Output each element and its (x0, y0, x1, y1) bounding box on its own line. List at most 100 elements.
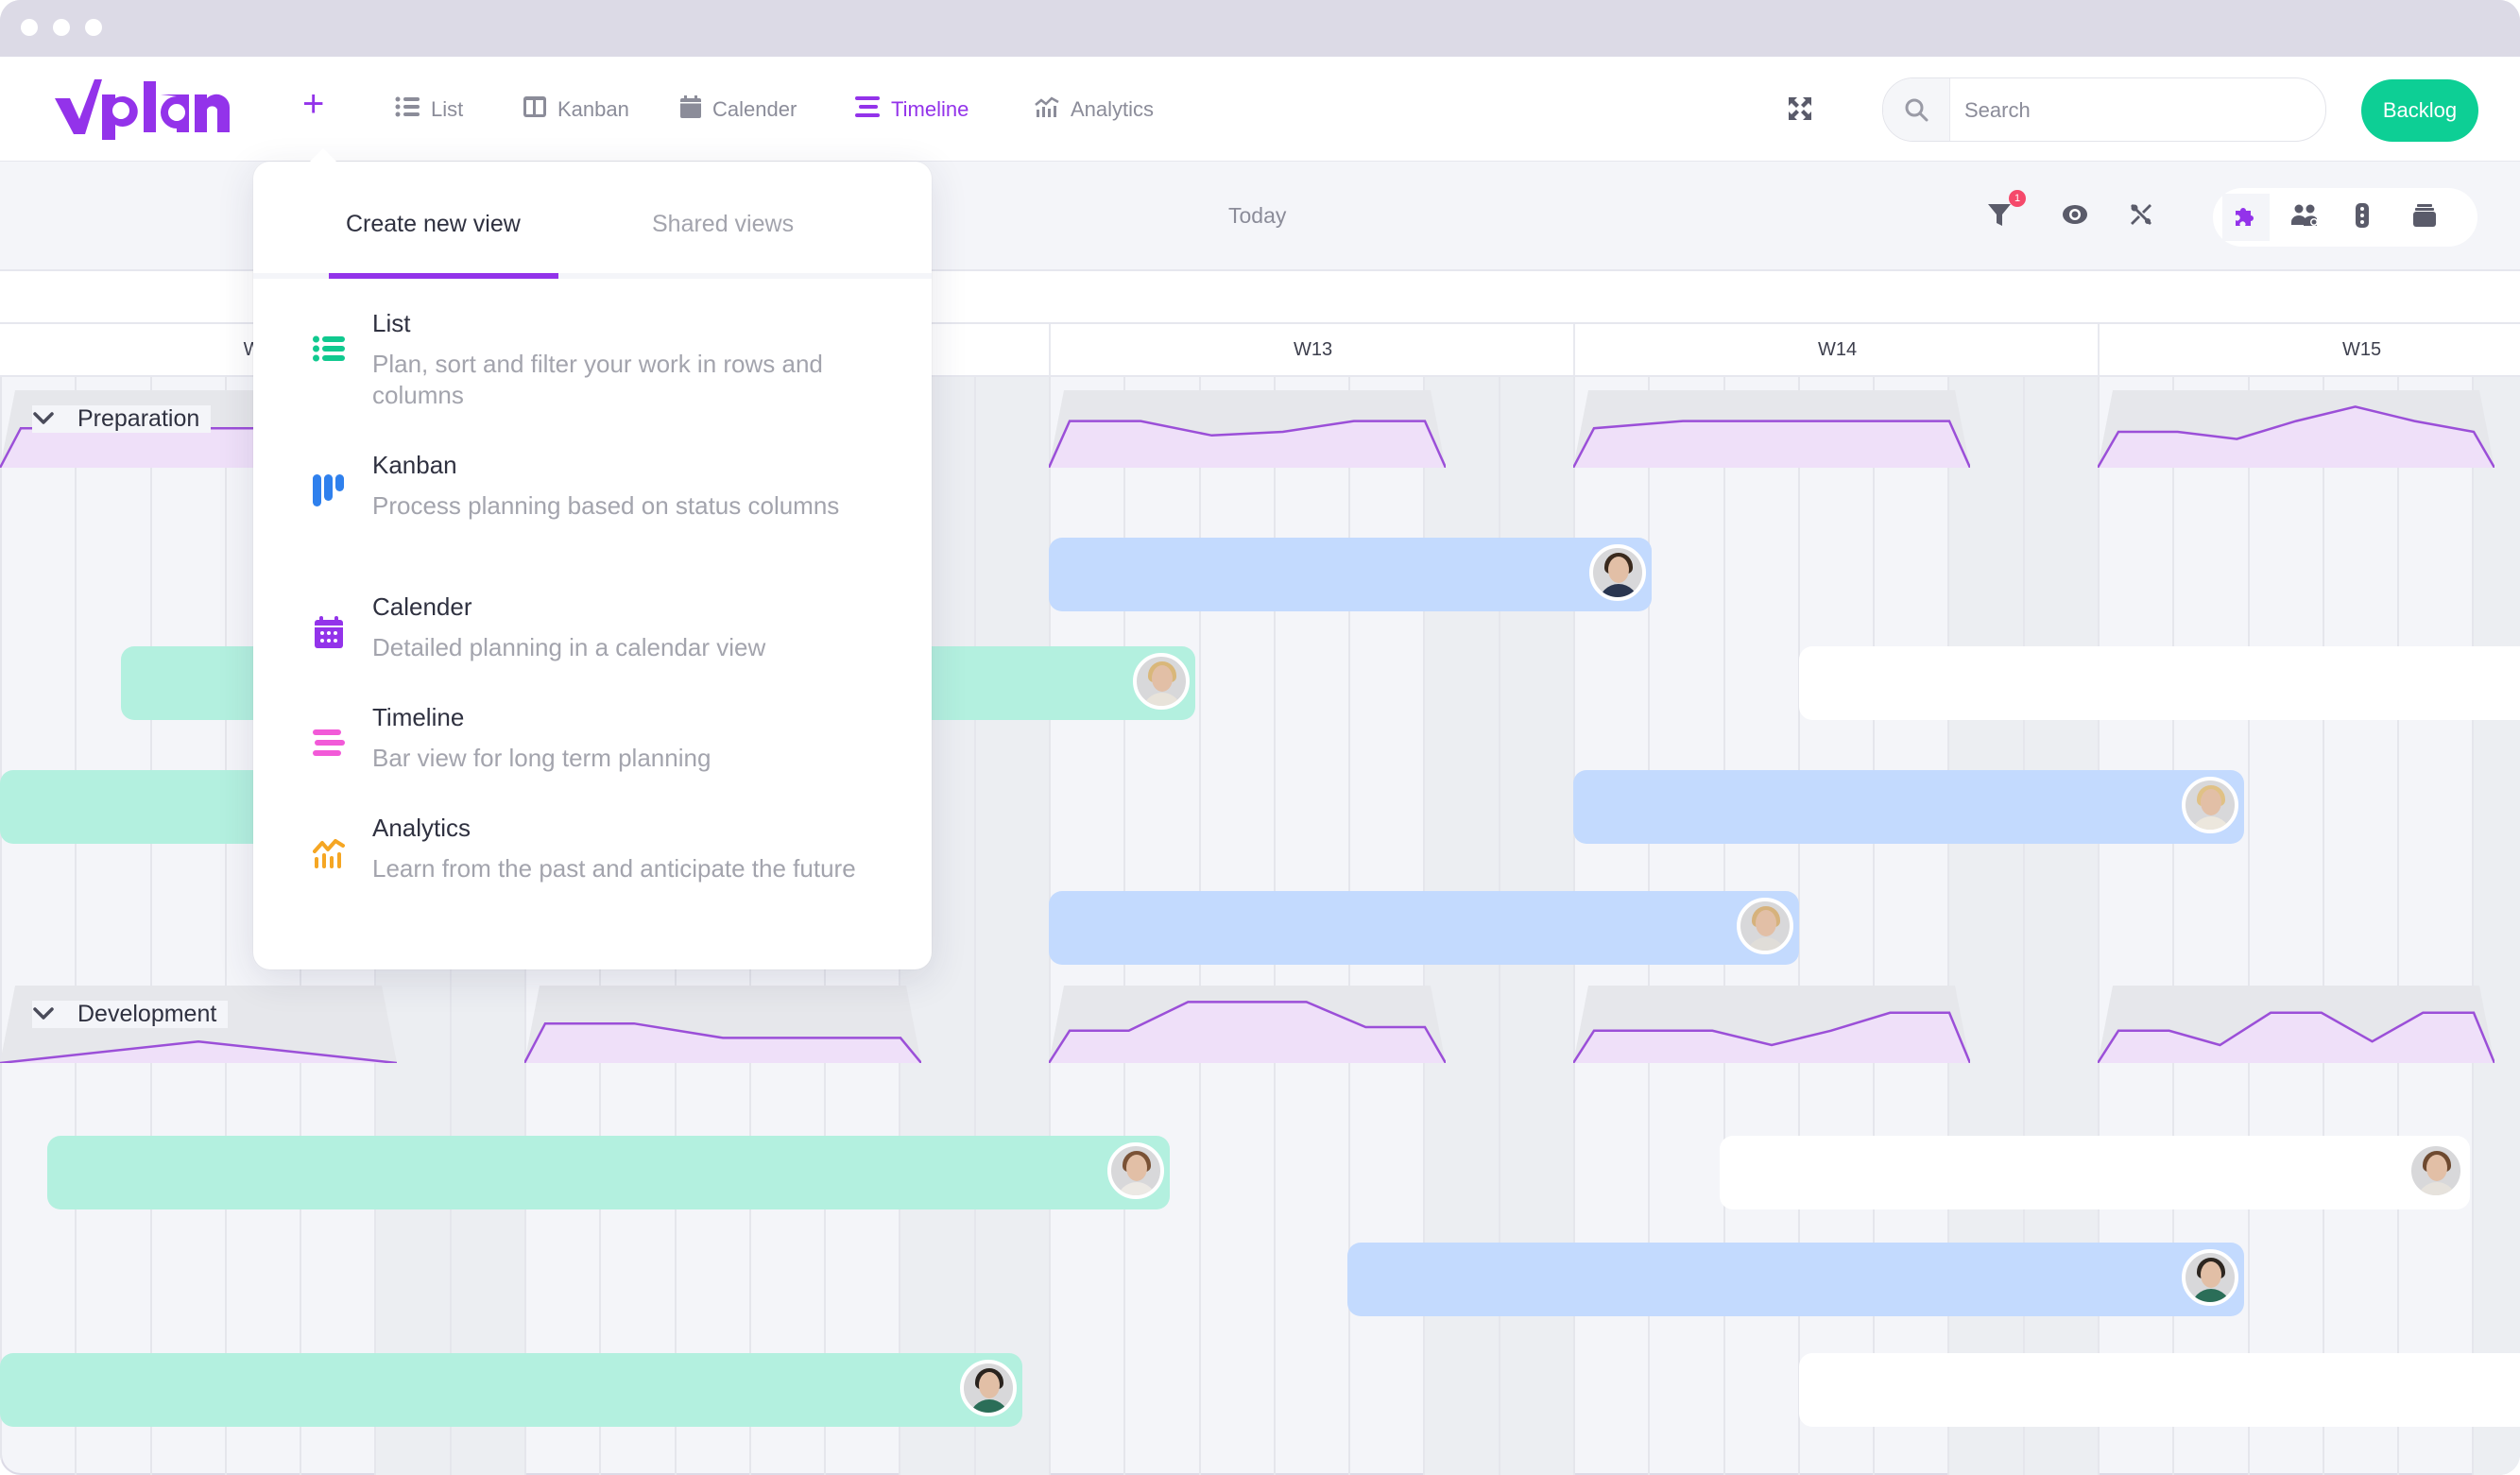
day-column (0, 377, 77, 1475)
create-view-popover: Create new view Shared views List Plan, … (253, 148, 932, 969)
workload-sparkline (524, 986, 921, 1063)
assignee-avatar[interactable] (2182, 777, 2239, 833)
week-label: W14 (1573, 324, 2100, 375)
popover-item-title: List (372, 309, 411, 337)
tools-button[interactable] (2122, 197, 2160, 235)
workload-area (1573, 420, 1970, 468)
nav-item-label: Kanban (557, 97, 629, 121)
vplan-logo[interactable] (53, 77, 232, 145)
task-bar[interactable] (1798, 1353, 2520, 1427)
archive-icon (2412, 203, 2437, 232)
assignee-avatar[interactable] (1133, 653, 1191, 710)
weekend-column (2472, 377, 2520, 1475)
chevron-down-icon (32, 405, 55, 433)
fullscreen-toggle[interactable] (1788, 96, 1812, 126)
kanban-icon (523, 96, 546, 123)
nav-item-label: Timeline (891, 97, 969, 121)
visibility-button[interactable] (2056, 197, 2094, 235)
nav-item-list[interactable]: List (395, 93, 463, 127)
popover-item-title: Kanban (372, 451, 457, 479)
nav-item-analytics[interactable]: Analytics (1035, 93, 1154, 127)
popover-item-description: Bar view for long term planning (372, 744, 711, 772)
users-gear-icon (2291, 203, 2320, 232)
day-column (75, 377, 151, 1475)
segment-status-button[interactable] (2343, 198, 2381, 236)
nav-item-timeline[interactable]: Timeline (855, 93, 969, 127)
workload-sparkline (1049, 390, 1446, 468)
group-header-preparation[interactable]: Preparation (32, 405, 212, 433)
assignee-avatar[interactable] (1736, 898, 1793, 954)
popover-item-description: Learn from the past and anticipate the f… (372, 854, 856, 883)
nav-item-calendar[interactable]: Calender (680, 93, 797, 127)
popover-item-title: Calender (372, 592, 472, 621)
calendar-icon (680, 95, 701, 124)
search-icon[interactable] (1883, 78, 1950, 141)
group-name: Preparation (77, 405, 200, 432)
search-box (1882, 77, 2326, 142)
popover-item-description: Detailed planning in a calendar view (372, 633, 766, 661)
task-bar[interactable] (46, 1136, 1170, 1209)
task-bar[interactable] (1720, 1136, 2471, 1209)
window-close-button[interactable] (21, 19, 38, 36)
day-column (2247, 377, 2324, 1475)
assignee-avatar[interactable] (2408, 1142, 2465, 1199)
filter-icon (1988, 202, 2011, 232)
task-bar[interactable] (1798, 646, 2520, 720)
popover-arrow (310, 148, 336, 162)
view-mode-segment (2213, 188, 2477, 247)
segment-projects-button[interactable] (2226, 198, 2264, 236)
task-bar[interactable] (1573, 770, 2245, 844)
popover-item-title: Analytics (372, 814, 471, 842)
analytics-icon (310, 834, 348, 872)
kanban-icon (310, 472, 348, 509)
today-button[interactable]: Today (1228, 203, 1286, 229)
task-bar[interactable] (1049, 538, 1653, 611)
task-bar[interactable] (1049, 891, 1799, 965)
traffic-light-icon (2356, 202, 2369, 232)
popover-item-description: Plan, sort and filter your work in rows … (372, 350, 823, 409)
workload-sparkline (2098, 390, 2494, 468)
task-bar[interactable] (1347, 1243, 2245, 1316)
nav-item-label: Analytics (1071, 97, 1155, 121)
window-minimize-button[interactable] (53, 19, 70, 36)
nav-item-label: List (431, 97, 464, 121)
week-label: W13 (1049, 324, 1575, 375)
top-navigation: + List Kanban Calender Timeline Analytic… (0, 57, 2520, 162)
popover-item-description: Process planning based on status columns (372, 491, 840, 520)
group-name: Development (77, 1001, 217, 1027)
day-column (2322, 377, 2399, 1475)
assignee-avatar[interactable] (960, 1360, 1018, 1416)
window-titlebar (0, 0, 2520, 57)
assignee-avatar[interactable] (2182, 1249, 2239, 1306)
list-icon (310, 330, 348, 368)
nav-item-kanban[interactable]: Kanban (523, 93, 629, 127)
day-column (149, 377, 227, 1475)
assignee-avatar[interactable] (1589, 544, 1647, 601)
workload-sparkline (1573, 986, 1970, 1063)
app-window: + List Kanban Calender Timeline Analytic… (0, 0, 2520, 1475)
popover-item-title: Timeline (372, 703, 465, 731)
assignee-avatar[interactable] (1106, 1142, 1164, 1199)
group-header-development[interactable]: Development (32, 1001, 229, 1028)
add-view-button[interactable]: + (302, 83, 324, 126)
tab-create-new-view[interactable]: Create new view (346, 211, 521, 238)
task-bar[interactable] (0, 1353, 1023, 1427)
search-input[interactable] (1963, 78, 2306, 141)
analytics-icon (1035, 96, 1059, 123)
backlog-button[interactable]: Backlog (2361, 79, 2478, 142)
tab-shared-views[interactable]: Shared views (652, 211, 794, 238)
workload-sparkline (1049, 986, 1446, 1063)
weekend-column (973, 377, 1051, 1475)
segment-teams-button[interactable] (2287, 198, 2324, 236)
active-tab-indicator (329, 273, 558, 279)
segment-archive-button[interactable] (2406, 198, 2443, 236)
nav-item-label: Calender (712, 97, 797, 121)
eye-icon (2062, 204, 2088, 230)
chevron-down-icon (32, 1001, 55, 1028)
day-column (2397, 377, 2474, 1475)
workload-sparkline (2098, 986, 2494, 1063)
window-maximize-button[interactable] (85, 19, 102, 36)
expand-arrows-icon (1788, 97, 1812, 125)
calendar-icon (310, 613, 348, 651)
puzzle-icon (2233, 203, 2257, 232)
